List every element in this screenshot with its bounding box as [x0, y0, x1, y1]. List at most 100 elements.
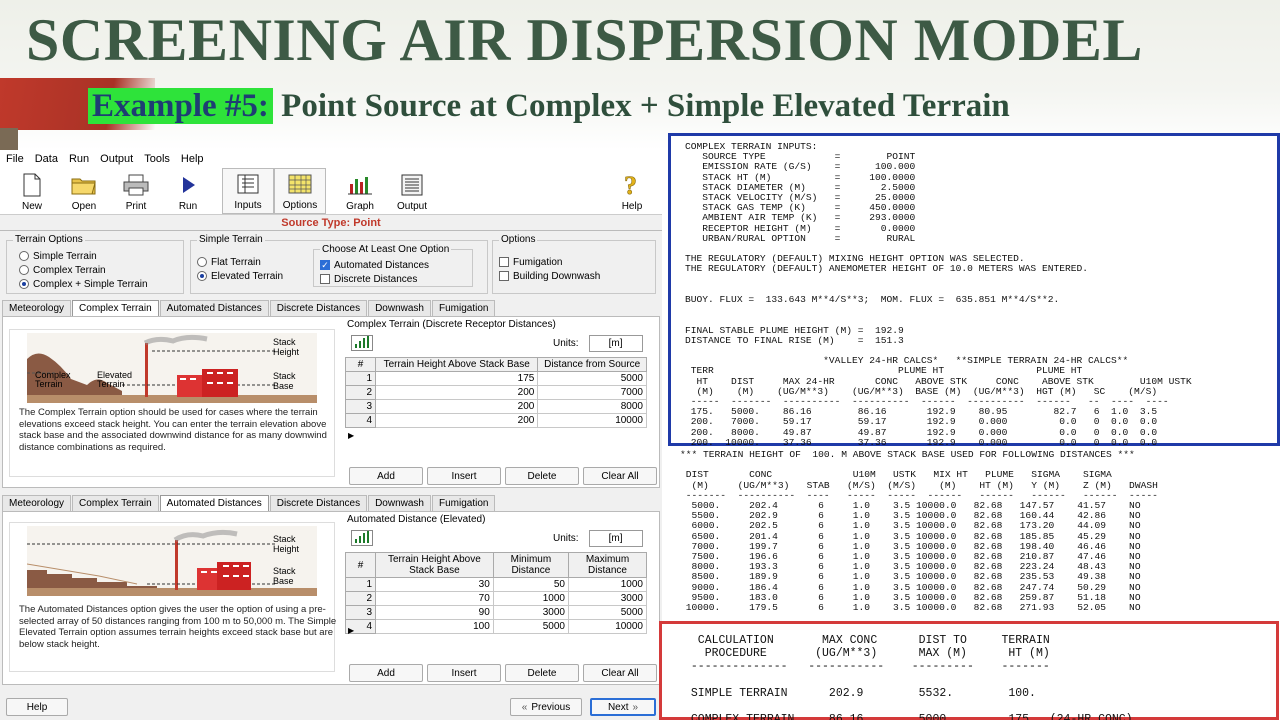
radio-circle	[197, 257, 207, 267]
terrain-height-cell[interactable]: 200	[374, 385, 539, 400]
graph-mini-icon[interactable]	[351, 335, 373, 351]
terrain-height-cell[interactable]: 200	[374, 413, 539, 428]
units-dropdown[interactable]: [m]	[588, 335, 643, 352]
checkbox-box	[320, 274, 330, 284]
simple-terrain-output-text: *** TERRAIN HEIGHT OF 100. M ABOVE STACK…	[680, 449, 1158, 643]
radio-label: Complex + Simple Terrain	[33, 278, 148, 290]
menu-tools[interactable]: Tools	[144, 153, 170, 165]
delete-button[interactable]: Delete	[505, 467, 579, 485]
new-label: New	[21, 201, 42, 212]
open-button[interactable]: Open	[58, 168, 110, 214]
radio-simple-terrain[interactable]: Simple Terrain	[19, 249, 148, 263]
options-group: Options Fumigation Building Downwash	[492, 234, 656, 294]
automated-table-title: Automated Distance (Elevated)	[347, 514, 486, 525]
radio-complex-terrain[interactable]: Complex Terrain	[19, 263, 148, 277]
table-row[interactable]: 3 200 8000	[345, 399, 647, 414]
distance-cell[interactable]: 5000	[537, 371, 647, 386]
summary-box: CALCULATION MAX CONC DIST TO TERRAIN PRO…	[659, 621, 1279, 720]
menu-help[interactable]: Help	[181, 153, 204, 165]
units-label: Units:	[553, 533, 579, 544]
checkbox-label: Fumigation	[513, 256, 563, 268]
tab-automated-distances[interactable]: Automated Distances	[159, 495, 269, 511]
distance-cell[interactable]: 8000	[537, 399, 647, 414]
distance-cell[interactable]: 10000	[537, 413, 647, 428]
row-number: 2	[345, 591, 376, 606]
min-distance-cell[interactable]: 5000	[492, 619, 570, 634]
max-distance-cell[interactable]: 5000	[568, 605, 647, 620]
max-distance-cell[interactable]: 1000	[568, 577, 647, 592]
tab-downwash[interactable]: Downwash	[368, 495, 431, 511]
stack-base-label: Stack Base	[273, 566, 296, 586]
terrain-height-cell[interactable]: 30	[375, 577, 494, 592]
title-banner: SCREENING AIR DISPERSION MODEL Example #…	[0, 0, 1280, 150]
menu-output[interactable]: Output	[100, 153, 133, 165]
tab-complex-terrain[interactable]: Complex Terrain	[72, 495, 159, 511]
checkbox-fumigation[interactable]: Fumigation	[499, 255, 600, 269]
menu-run[interactable]: Run	[69, 153, 89, 165]
terrain-height-cell[interactable]: 175	[374, 371, 539, 386]
checkbox-building-downwash[interactable]: Building Downwash	[499, 269, 600, 283]
add-button[interactable]: Add	[349, 467, 423, 485]
radio-elevated-terrain[interactable]: Elevated Terrain	[197, 269, 283, 283]
insert-button[interactable]: Insert	[427, 664, 501, 682]
tab-complex-terrain[interactable]: Complex Terrain	[72, 300, 159, 316]
radio-circle	[19, 265, 29, 275]
print-button[interactable]: Print	[110, 168, 162, 214]
clear-all-button[interactable]: Clear All	[583, 664, 657, 682]
graph-button[interactable]: Graph	[334, 168, 386, 214]
min-distance-cell[interactable]: 1000	[492, 591, 570, 606]
delete-button[interactable]: Delete	[505, 664, 579, 682]
terrain-height-cell[interactable]: 90	[375, 605, 494, 620]
max-distance-cell[interactable]: 10000	[568, 619, 647, 634]
help-button[interactable]: ? Help	[606, 168, 658, 214]
col-header-terrain-height: Terrain Height Above Stack Base	[374, 357, 539, 372]
radio-flat-terrain[interactable]: Flat Terrain	[197, 255, 283, 269]
table-row[interactable]: 2 70 1000 3000	[345, 591, 647, 606]
tab-automated-distances[interactable]: Automated Distances	[159, 300, 269, 316]
distance-cell[interactable]: 7000	[537, 385, 647, 400]
graph-mini-icon[interactable]	[351, 530, 373, 546]
tab-discrete-distances[interactable]: Discrete Distances	[269, 495, 368, 511]
units-selector: Units: [m]	[553, 335, 643, 352]
next-button[interactable]: Next»	[590, 698, 656, 716]
table-row[interactable]: 4 100 5000 10000	[345, 619, 647, 634]
output-button[interactable]: Output	[386, 168, 438, 214]
previous-button[interactable]: «Previous	[510, 698, 582, 716]
tab-fumigation[interactable]: Fumigation	[432, 495, 496, 511]
tab-meteorology[interactable]: Meteorology	[2, 495, 72, 511]
tab-meteorology[interactable]: Meteorology	[2, 300, 72, 316]
units-dropdown[interactable]: [m]	[588, 530, 643, 547]
tab-discrete-distances[interactable]: Discrete Distances	[269, 300, 368, 316]
options-button[interactable]: Options	[274, 168, 326, 214]
help-footer-button[interactable]: Help	[6, 698, 68, 716]
row-number: 1	[345, 371, 376, 386]
tab-downwash[interactable]: Downwash	[368, 300, 431, 316]
table-row[interactable]: 2 200 7000	[345, 385, 647, 400]
menu-file[interactable]: File	[6, 153, 24, 165]
add-button[interactable]: Add	[349, 664, 423, 682]
insert-button[interactable]: Insert	[427, 467, 501, 485]
new-button[interactable]: New	[6, 168, 58, 214]
checkbox-automated-distances[interactable]: ✓ Automated Distances	[320, 258, 429, 272]
max-distance-cell[interactable]: 3000	[568, 591, 647, 606]
inputs-button[interactable]: Inputs	[222, 168, 274, 214]
terrain-height-cell[interactable]: 200	[374, 399, 539, 414]
clear-all-button[interactable]: Clear All	[583, 467, 657, 485]
min-distance-cell[interactable]: 3000	[492, 605, 570, 620]
run-button[interactable]: Run	[162, 168, 214, 214]
subtitle: Example #5: Point Source at Complex + Si…	[88, 88, 1010, 125]
terrain-height-cell[interactable]: 100	[375, 619, 494, 634]
checkbox-discrete-distances[interactable]: Discrete Distances	[320, 272, 429, 286]
units-selector: Units: [m]	[553, 530, 643, 547]
complex-terrain-description: The Complex Terrain option should be use…	[19, 407, 327, 453]
table-row[interactable]: 1 175 5000	[345, 371, 647, 386]
table-row[interactable]: 1 30 50 1000	[345, 577, 647, 592]
radio-complex-simple-terrain[interactable]: Complex + Simple Terrain	[19, 277, 148, 291]
min-distance-cell[interactable]: 50	[492, 577, 570, 592]
open-label: Open	[71, 201, 97, 212]
tab-fumigation[interactable]: Fumigation	[432, 300, 496, 316]
menu-data[interactable]: Data	[35, 153, 58, 165]
table-row[interactable]: 3 90 3000 5000	[345, 605, 647, 620]
table-row[interactable]: 4 200 10000	[345, 413, 647, 428]
terrain-height-cell[interactable]: 70	[375, 591, 494, 606]
